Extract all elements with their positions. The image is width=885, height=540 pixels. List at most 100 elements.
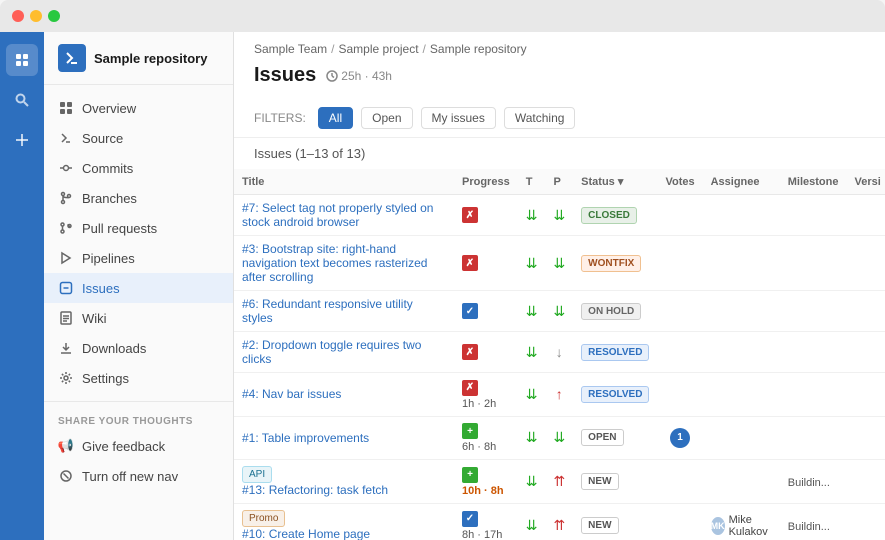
project-sidebar: Sample repository Overview Source Commit… xyxy=(44,32,234,540)
issue-version-cell xyxy=(846,291,885,332)
sidebar-item-settings[interactable]: Settings xyxy=(44,363,233,393)
sidebar-item-branches[interactable]: Branches xyxy=(44,183,233,213)
window-chrome xyxy=(0,0,885,32)
issue-type-cell: ⇊ xyxy=(518,416,546,460)
issues-tbody: #7: Select tag not properly styled on st… xyxy=(234,195,885,540)
filters-label: FILTERS: xyxy=(254,111,306,125)
issue-link[interactable]: #2: Dropdown toggle requires two clicks xyxy=(242,338,446,366)
issue-progress-cell: ✓ 8h · 17h xyxy=(454,504,518,540)
issue-type-cell: ⇊ xyxy=(518,504,546,540)
branches-icon xyxy=(58,190,74,206)
minimize-button[interactable] xyxy=(30,10,42,22)
issue-type-cell: ⇊ xyxy=(518,195,546,236)
table-row: API#13: Refactoring: task fetch + 10h · … xyxy=(234,460,885,504)
sidebar-item-wiki[interactable]: Wiki xyxy=(44,303,233,333)
sidebar-item-pull-requests[interactable]: Pull requests xyxy=(44,213,233,243)
global-nav xyxy=(0,32,44,540)
issue-assignee-cell: MKMike Kulakov xyxy=(703,504,780,540)
issue-assignee-cell xyxy=(703,332,780,373)
issue-priority-cell: ⇊ xyxy=(545,236,573,291)
filter-all-button[interactable]: All xyxy=(318,107,353,129)
repo-icon xyxy=(58,44,86,72)
sidebar-item-turn-off-nav[interactable]: Turn off new nav xyxy=(44,461,233,491)
th-title: Title xyxy=(234,169,454,195)
sidebar-item-label: Source xyxy=(82,131,123,146)
issue-link[interactable]: #10: Create Home page xyxy=(242,527,446,540)
breadcrumb-project[interactable]: Sample project xyxy=(339,42,419,56)
issue-progress-cell: ✗ xyxy=(454,195,518,236)
issue-votes-cell xyxy=(657,332,702,373)
issue-version-cell xyxy=(846,373,885,417)
issue-votes-cell xyxy=(657,460,702,504)
sidebar-item-label: Overview xyxy=(82,101,136,116)
nav-add-icon[interactable] xyxy=(6,124,38,156)
breadcrumb-team[interactable]: Sample Team xyxy=(254,42,327,56)
sidebar-item-give-feedback[interactable]: 📢 Give feedback xyxy=(44,431,233,461)
main-content: Sample Team / Sample project / Sample re… xyxy=(234,32,885,540)
issue-votes-cell xyxy=(657,291,702,332)
issue-assignee-cell xyxy=(703,236,780,291)
issue-link[interactable]: #6: Redundant responsive utility styles xyxy=(242,297,446,325)
sidebar-item-issues[interactable]: Issues xyxy=(44,273,233,303)
issue-version-cell xyxy=(846,332,885,373)
issue-type-cell: ⇊ xyxy=(518,236,546,291)
filter-my-issues-button[interactable]: My issues xyxy=(421,107,496,129)
commits-icon xyxy=(58,160,74,176)
issue-title-cell: #7: Select tag not properly styled on st… xyxy=(234,195,454,236)
sidebar-item-overview[interactable]: Overview xyxy=(44,93,233,123)
issue-progress-cell: + 10h · 8h xyxy=(454,460,518,504)
sidebar-item-label: Branches xyxy=(82,191,137,206)
sidebar-header: Sample repository xyxy=(44,32,233,85)
issues-icon xyxy=(58,280,74,296)
issue-link[interactable]: #7: Select tag not properly styled on st… xyxy=(242,201,446,229)
turnoff-icon xyxy=(58,468,74,484)
th-status[interactable]: Status ▾ xyxy=(573,169,657,195)
issue-link[interactable]: #3: Bootstrap site: right-hand navigatio… xyxy=(242,242,446,284)
table-row: #1: Table improvements + 6h · 8h ⇊ ⇊ OPE… xyxy=(234,416,885,460)
issue-status-cell: CLOSED xyxy=(573,195,657,236)
nav-search-icon[interactable] xyxy=(6,84,38,116)
issue-milestone-cell xyxy=(780,332,847,373)
issue-link[interactable]: #13: Refactoring: task fetch xyxy=(242,483,446,497)
downloads-icon xyxy=(58,340,74,356)
sidebar-item-commits[interactable]: Commits xyxy=(44,153,233,183)
nav-home-icon[interactable] xyxy=(6,44,38,76)
issue-type-cell: ⇊ xyxy=(518,373,546,417)
issue-status-cell: RESOLVED xyxy=(573,373,657,417)
filter-watching-button[interactable]: Watching xyxy=(504,107,576,129)
page-timer: 25h · 43h xyxy=(326,69,392,83)
table-row: Promo#10: Create Home page ✓ 8h · 17h ⇊ … xyxy=(234,504,885,540)
sidebar-item-label: Give feedback xyxy=(82,439,165,454)
maximize-button[interactable] xyxy=(48,10,60,22)
pull-requests-icon xyxy=(58,220,74,236)
issue-type-cell: ⇊ xyxy=(518,332,546,373)
issue-votes-cell xyxy=(657,504,702,540)
breadcrumb-repo[interactable]: Sample repository xyxy=(430,42,527,56)
close-button[interactable] xyxy=(12,10,24,22)
sidebar-item-source[interactable]: Source xyxy=(44,123,233,153)
pipelines-icon xyxy=(58,250,74,266)
th-version: Versi xyxy=(846,169,885,195)
issue-priority-cell: ⇊ xyxy=(545,195,573,236)
issue-priority-cell: ⇈ xyxy=(545,460,573,504)
th-assignee: Assignee xyxy=(703,169,780,195)
sidebar-item-downloads[interactable]: Downloads xyxy=(44,333,233,363)
sidebar-nav: Overview Source Commits Branches xyxy=(44,85,233,540)
issue-version-cell xyxy=(846,504,885,540)
issue-status-cell: NEW xyxy=(573,460,657,504)
issue-status-cell: WONTFIX xyxy=(573,236,657,291)
issue-assignee-cell xyxy=(703,460,780,504)
source-icon xyxy=(58,130,74,146)
page-header: Issues 25h · 43h xyxy=(234,60,885,99)
table-header: Title Progress T P Status ▾ Votes Assign… xyxy=(234,169,885,195)
wiki-icon xyxy=(58,310,74,326)
repo-name: Sample repository xyxy=(94,51,207,66)
filter-open-button[interactable]: Open xyxy=(361,107,412,129)
sidebar-item-pipelines[interactable]: Pipelines xyxy=(44,243,233,273)
issue-link[interactable]: #4: Nav bar issues xyxy=(242,387,446,401)
issue-title-cell: #1: Table improvements xyxy=(234,416,454,460)
issue-link[interactable]: #1: Table improvements xyxy=(242,431,446,445)
issue-type-cell: ⇊ xyxy=(518,460,546,504)
issue-milestone-cell xyxy=(780,373,847,417)
filters-bar: FILTERS: All Open My issues Watching xyxy=(234,99,885,138)
